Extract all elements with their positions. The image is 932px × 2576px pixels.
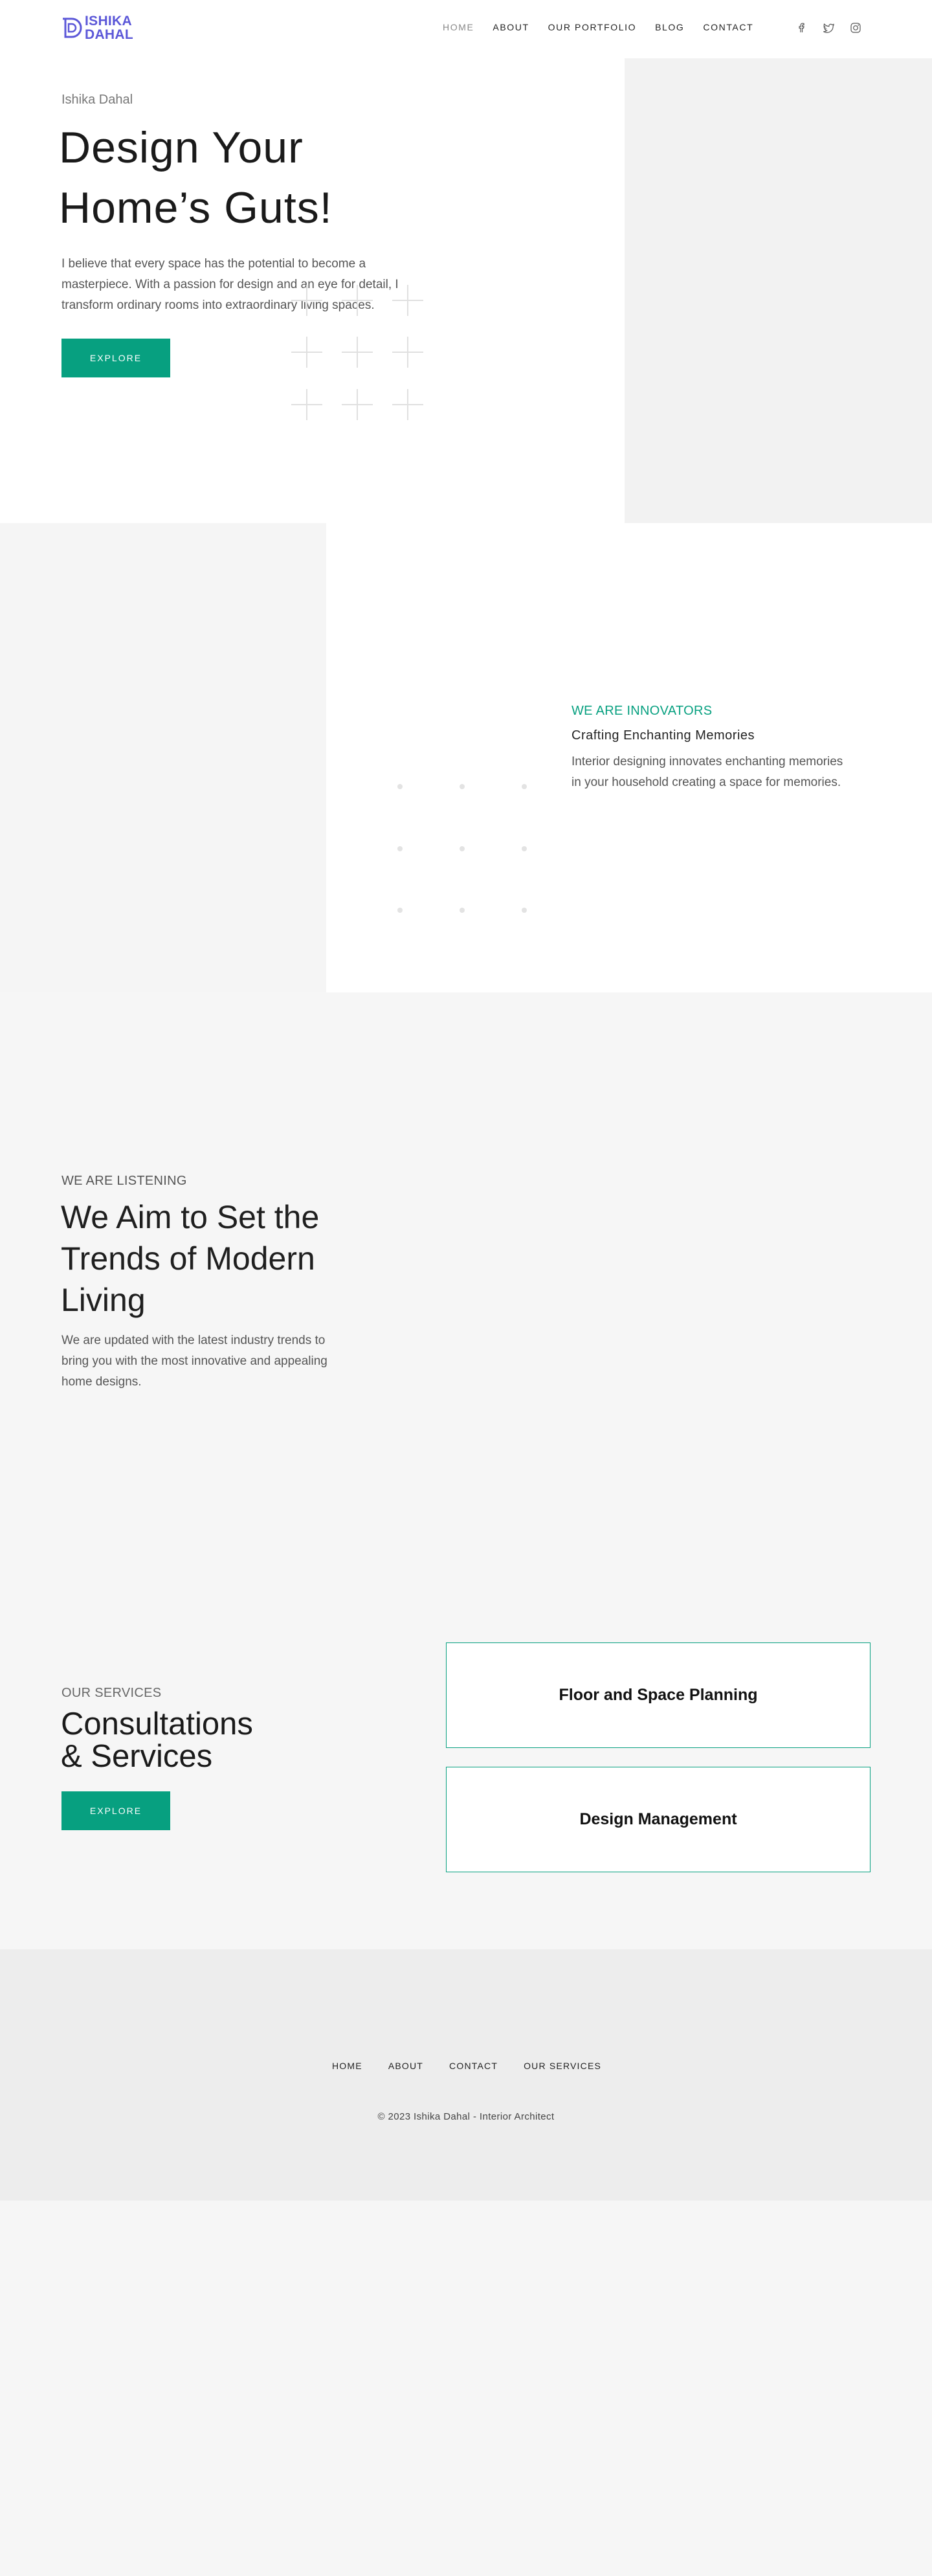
footer-nav-home[interactable]: HOME <box>332 2061 362 2071</box>
dot-icon <box>397 908 403 913</box>
footer-nav: HOME ABOUT CONTACT OUR SERVICES <box>332 2061 627 2071</box>
listening-description: We are updated with the latest industry … <box>61 1334 327 1389</box>
nav-contact[interactable]: CONTACT <box>703 22 753 32</box>
hero-title: Design Your Home’s Guts! <box>59 123 333 232</box>
listening-title: We Aim to Set the Trends of Modern Livin… <box>61 1199 320 1318</box>
site-header: ISHIKA DAHAL HOME ABOUT OUR PORTFOLIO BL… <box>0 0 932 58</box>
hero-image-panel <box>625 58 932 523</box>
hero-explore-button[interactable]: EXPLORE <box>61 339 170 377</box>
instagram-icon[interactable] <box>849 21 862 34</box>
plus-icon <box>342 337 373 368</box>
services-explore-button[interactable]: EXPLORE <box>61 1791 170 1830</box>
nav-blog[interactable]: BLOG <box>655 22 684 32</box>
facebook-icon[interactable] <box>795 21 808 34</box>
services-title-line-2: & Services <box>61 1739 213 1774</box>
services-title-line-1: Consultations <box>61 1707 253 1742</box>
plus-icon <box>392 285 423 316</box>
footer-nav-contact[interactable]: CONTACT <box>449 2061 498 2071</box>
main-nav: HOME ABOUT OUR PORTFOLIO BLOG CONTACT <box>443 22 772 32</box>
site-footer: HOME ABOUT CONTACT OUR SERVICES © 2023 I… <box>0 1949 932 2201</box>
nav-home[interactable]: HOME <box>443 22 474 32</box>
logo-text: ISHIKA DAHAL <box>85 14 133 41</box>
innovators-title: Crafting Enchanting Memories <box>571 728 755 743</box>
social-links <box>795 21 862 34</box>
footer-nav-about[interactable]: ABOUT <box>388 2061 423 2071</box>
dot-icon <box>460 784 465 789</box>
dot-pattern-decoration <box>394 781 536 917</box>
twitter-icon[interactable] <box>822 21 835 34</box>
plus-icon <box>291 389 322 420</box>
nav-about[interactable]: ABOUT <box>493 22 529 32</box>
logo-line-2: DAHAL <box>85 27 133 42</box>
innovators-description: Interior designing innovates enchanting … <box>571 755 843 789</box>
nav-portfolio[interactable]: OUR PORTFOLIO <box>548 22 636 32</box>
logo-line-1: ISHIKA <box>85 14 132 28</box>
listening-eyebrow: WE ARE LISTENING <box>61 1174 187 1188</box>
dot-icon <box>522 908 527 913</box>
logo[interactable]: ISHIKA DAHAL <box>61 14 133 41</box>
plus-icon <box>342 389 373 420</box>
service-card-floor-planning[interactable]: Floor and Space Planning <box>446 1642 871 1748</box>
innovators-eyebrow: WE ARE INNOVATORS <box>571 704 713 718</box>
plus-icon <box>392 389 423 420</box>
services-eyebrow: OUR SERVICES <box>61 1686 162 1700</box>
dot-icon <box>397 784 403 789</box>
hero-section: Ishika Dahal Design Your Home’s Guts! I … <box>0 58 932 523</box>
services-title: Consultations & Services <box>61 1708 320 1773</box>
dot-icon <box>522 784 527 789</box>
plus-icon <box>342 285 373 316</box>
plus-pattern-decoration <box>291 285 430 427</box>
plus-icon <box>291 337 322 368</box>
dot-icon <box>397 846 403 851</box>
copyright-text: © 2023 Ishika Dahal - Interior Architect <box>377 2111 555 2122</box>
plus-icon <box>392 337 423 368</box>
service-card-design-management[interactable]: Design Management <box>446 1767 871 1872</box>
hero-eyebrow: Ishika Dahal <box>61 93 133 107</box>
dot-icon <box>460 846 465 851</box>
plus-icon <box>291 285 322 316</box>
dot-icon <box>460 908 465 913</box>
dot-icon <box>522 846 527 851</box>
logo-icon <box>63 17 82 38</box>
footer-nav-services[interactable]: OUR SERVICES <box>524 2061 601 2071</box>
